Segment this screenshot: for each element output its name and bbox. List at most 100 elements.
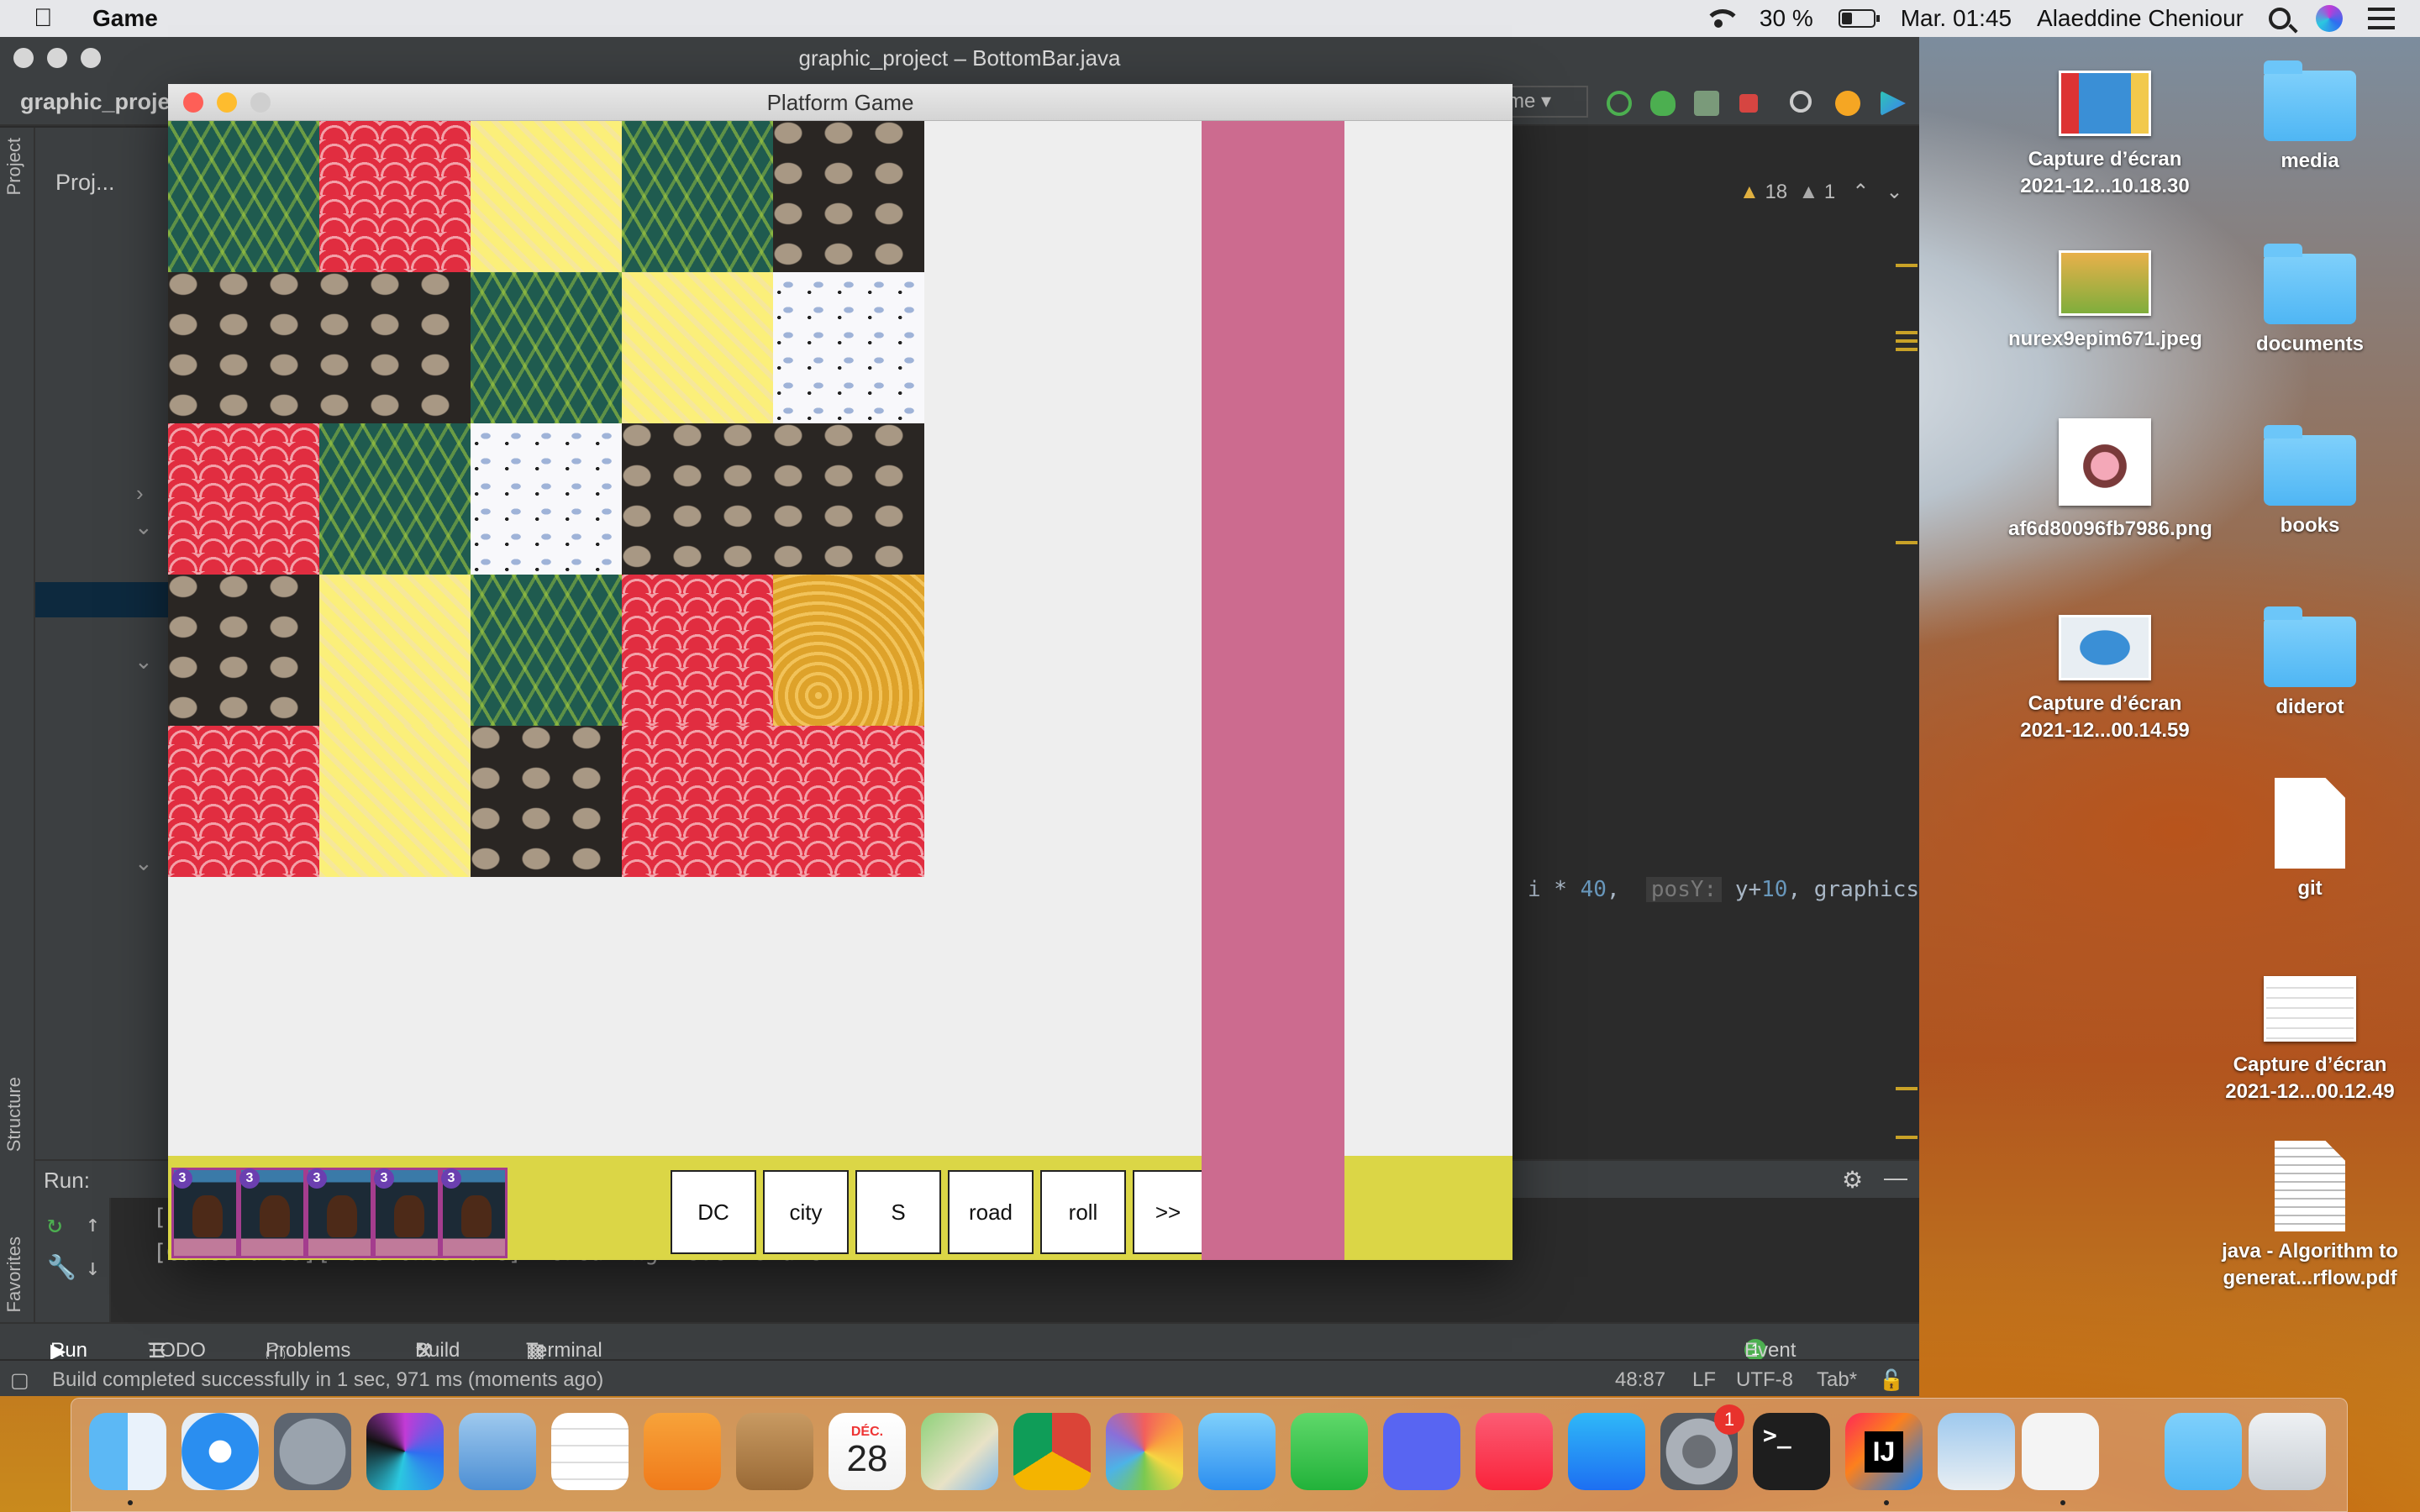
inspection-widget[interactable]: ▲ 18 ▲ 1 ⌃ ⌄ [1739, 180, 1903, 204]
tile-stone[interactable] [773, 423, 924, 575]
terminal-icon[interactable]: >_ [1753, 1413, 1830, 1490]
roll-button[interactable]: roll [1040, 1170, 1126, 1254]
rerun-icon[interactable] [1607, 91, 1632, 116]
tile-stone[interactable] [168, 575, 319, 726]
tab-favorites[interactable]: Favorites [3, 1236, 25, 1312]
hide-panel-icon[interactable]: — [1884, 1164, 1907, 1191]
tile-red[interactable] [168, 726, 319, 877]
error-stripe[interactable] [1896, 222, 1919, 1146]
facetime-icon[interactable] [1291, 1413, 1368, 1490]
file-encoding[interactable]: UTF-8 [1736, 1368, 1793, 1392]
ide-minimize-button[interactable] [47, 48, 67, 68]
tile-stone[interactable] [622, 423, 773, 575]
indent-setting[interactable]: Tab* [1817, 1368, 1857, 1392]
chevron-down-icon[interactable]: ⌄ [134, 514, 153, 540]
tile-stone[interactable] [168, 272, 319, 423]
desktop-icon-screenshot[interactable]: Capture d’écran 2021-12...00.12.49 [2213, 976, 2407, 1105]
ide-close-button[interactable] [13, 48, 34, 68]
system-preferences-icon[interactable]: 1 [1660, 1404, 1744, 1490]
code-line[interactable]: i * 40, posY: y+10, graphics) [1528, 877, 1919, 902]
tile-yellow[interactable] [622, 272, 773, 423]
tile-red[interactable] [622, 575, 773, 726]
tile-board[interactable] [168, 121, 924, 877]
calendar-icon[interactable]: DÉC. 28 [829, 1413, 906, 1490]
battery-percent[interactable]: 30 % [1760, 5, 1813, 32]
ide-title-bar[interactable]: graphic_project – BottomBar.java [0, 37, 1919, 79]
battery-icon[interactable] [1838, 9, 1880, 28]
stripe-mark[interactable] [1896, 339, 1918, 343]
hand-card[interactable]: 3 [306, 1168, 373, 1258]
desktop-icon-screenshot[interactable]: Capture d’écran 2021-12...00.14.59 [2008, 615, 2202, 744]
java-icon[interactable] [2022, 1413, 2099, 1490]
arrow-up-icon[interactable]: ↑ [86, 1210, 100, 1237]
desktop-icon-pdf[interactable]: java - Algorithm to generat...rflow.pdf [2213, 1141, 2407, 1292]
game-title-bar[interactable]: Platform Game [168, 84, 1512, 121]
chevron-right-icon[interactable]: › [136, 480, 144, 507]
discord-icon[interactable] [1383, 1413, 1460, 1490]
previous-highlight-icon[interactable]: ⌃ [1852, 181, 1869, 203]
tile-red[interactable] [773, 726, 924, 877]
siri-icon[interactable] [2316, 5, 2343, 32]
tile-stone[interactable] [471, 726, 622, 877]
gear-icon[interactable]: ⚙ [1842, 1166, 1863, 1194]
tile-stone[interactable] [319, 272, 471, 423]
hand-card[interactable]: 3 [373, 1168, 440, 1258]
desktop-icon-screenshot[interactable]: Capture d’écran 2021-12...10.18.30 [2008, 71, 2202, 200]
stop-icon[interactable] [1739, 94, 1758, 113]
arrow-down-icon[interactable]: ↓ [86, 1253, 100, 1281]
tile-mustard[interactable] [773, 575, 924, 726]
hand-card[interactable]: 3 [171, 1168, 239, 1258]
next-button[interactable]: >> [1133, 1170, 1202, 1254]
rerun-icon[interactable]: ↻ [47, 1210, 62, 1239]
desktop-icon-document[interactable]: git [2213, 778, 2407, 902]
siri-icon[interactable] [366, 1413, 444, 1490]
project-panel-header[interactable]: Proj... [55, 170, 115, 196]
desktop-icon-folder[interactable]: documents [2213, 244, 2407, 358]
desktop-icon-folder[interactable]: books [2213, 425, 2407, 539]
tile-yellow[interactable] [471, 121, 622, 272]
zoom-button[interactable] [250, 92, 271, 113]
maps-icon[interactable] [921, 1413, 998, 1490]
chrome-icon[interactable] [1013, 1413, 1091, 1490]
hand-card[interactable]: 3 [239, 1168, 306, 1258]
city-button[interactable]: city [763, 1170, 849, 1254]
trash-icon[interactable] [2249, 1413, 2326, 1490]
photos-icon[interactable] [1106, 1413, 1183, 1490]
close-button[interactable] [183, 92, 203, 113]
wifi-icon[interactable] [1702, 8, 1741, 29]
downloads-folder-icon[interactable] [2165, 1413, 2242, 1490]
ide-zoom-button[interactable] [81, 48, 101, 68]
update-icon[interactable] [1835, 91, 1860, 116]
cursor-position[interactable]: 48:87 [1615, 1368, 1665, 1392]
desktop-icon-folder[interactable]: diderot [2213, 606, 2407, 721]
appstore-icon[interactable] [1568, 1413, 1645, 1490]
tile-forest[interactable] [622, 121, 773, 272]
reminders-icon[interactable] [551, 1413, 629, 1490]
chevron-down-icon[interactable]: ⌄ [134, 850, 153, 876]
preview-icon[interactable] [1938, 1413, 2015, 1490]
messages-icon[interactable] [1198, 1413, 1276, 1490]
spotlight-icon[interactable] [2269, 8, 2291, 29]
finder-icon[interactable] [89, 1413, 166, 1490]
launchpad-icon[interactable] [274, 1413, 351, 1490]
debug-icon[interactable] [1650, 91, 1676, 116]
tile-red[interactable] [168, 423, 319, 575]
tile-yellow[interactable] [319, 726, 471, 877]
tile-red[interactable] [319, 121, 471, 272]
wrench-icon[interactable]: 🔧 [47, 1253, 76, 1281]
tile-stone[interactable] [773, 121, 924, 272]
tile-forest[interactable] [471, 575, 622, 726]
apple-menu-icon[interactable]:  [34, 4, 64, 33]
clock[interactable]: Mar. 01:45 [1901, 5, 2012, 32]
tile-white[interactable] [773, 272, 924, 423]
lock-icon[interactable]: 🔓 [1879, 1368, 1904, 1393]
tile-forest[interactable] [168, 121, 319, 272]
coverage-icon[interactable] [1694, 91, 1719, 116]
chevron-down-icon[interactable]: ⌄ [134, 648, 153, 675]
minimize-button[interactable] [217, 92, 237, 113]
line-separator[interactable]: LF [1692, 1368, 1716, 1392]
music-icon[interactable] [1476, 1413, 1553, 1490]
stripe-mark[interactable] [1896, 348, 1918, 351]
status-message[interactable]: Build completed successfully in 1 sec, 9… [52, 1368, 603, 1392]
stripe-mark[interactable] [1896, 541, 1918, 544]
